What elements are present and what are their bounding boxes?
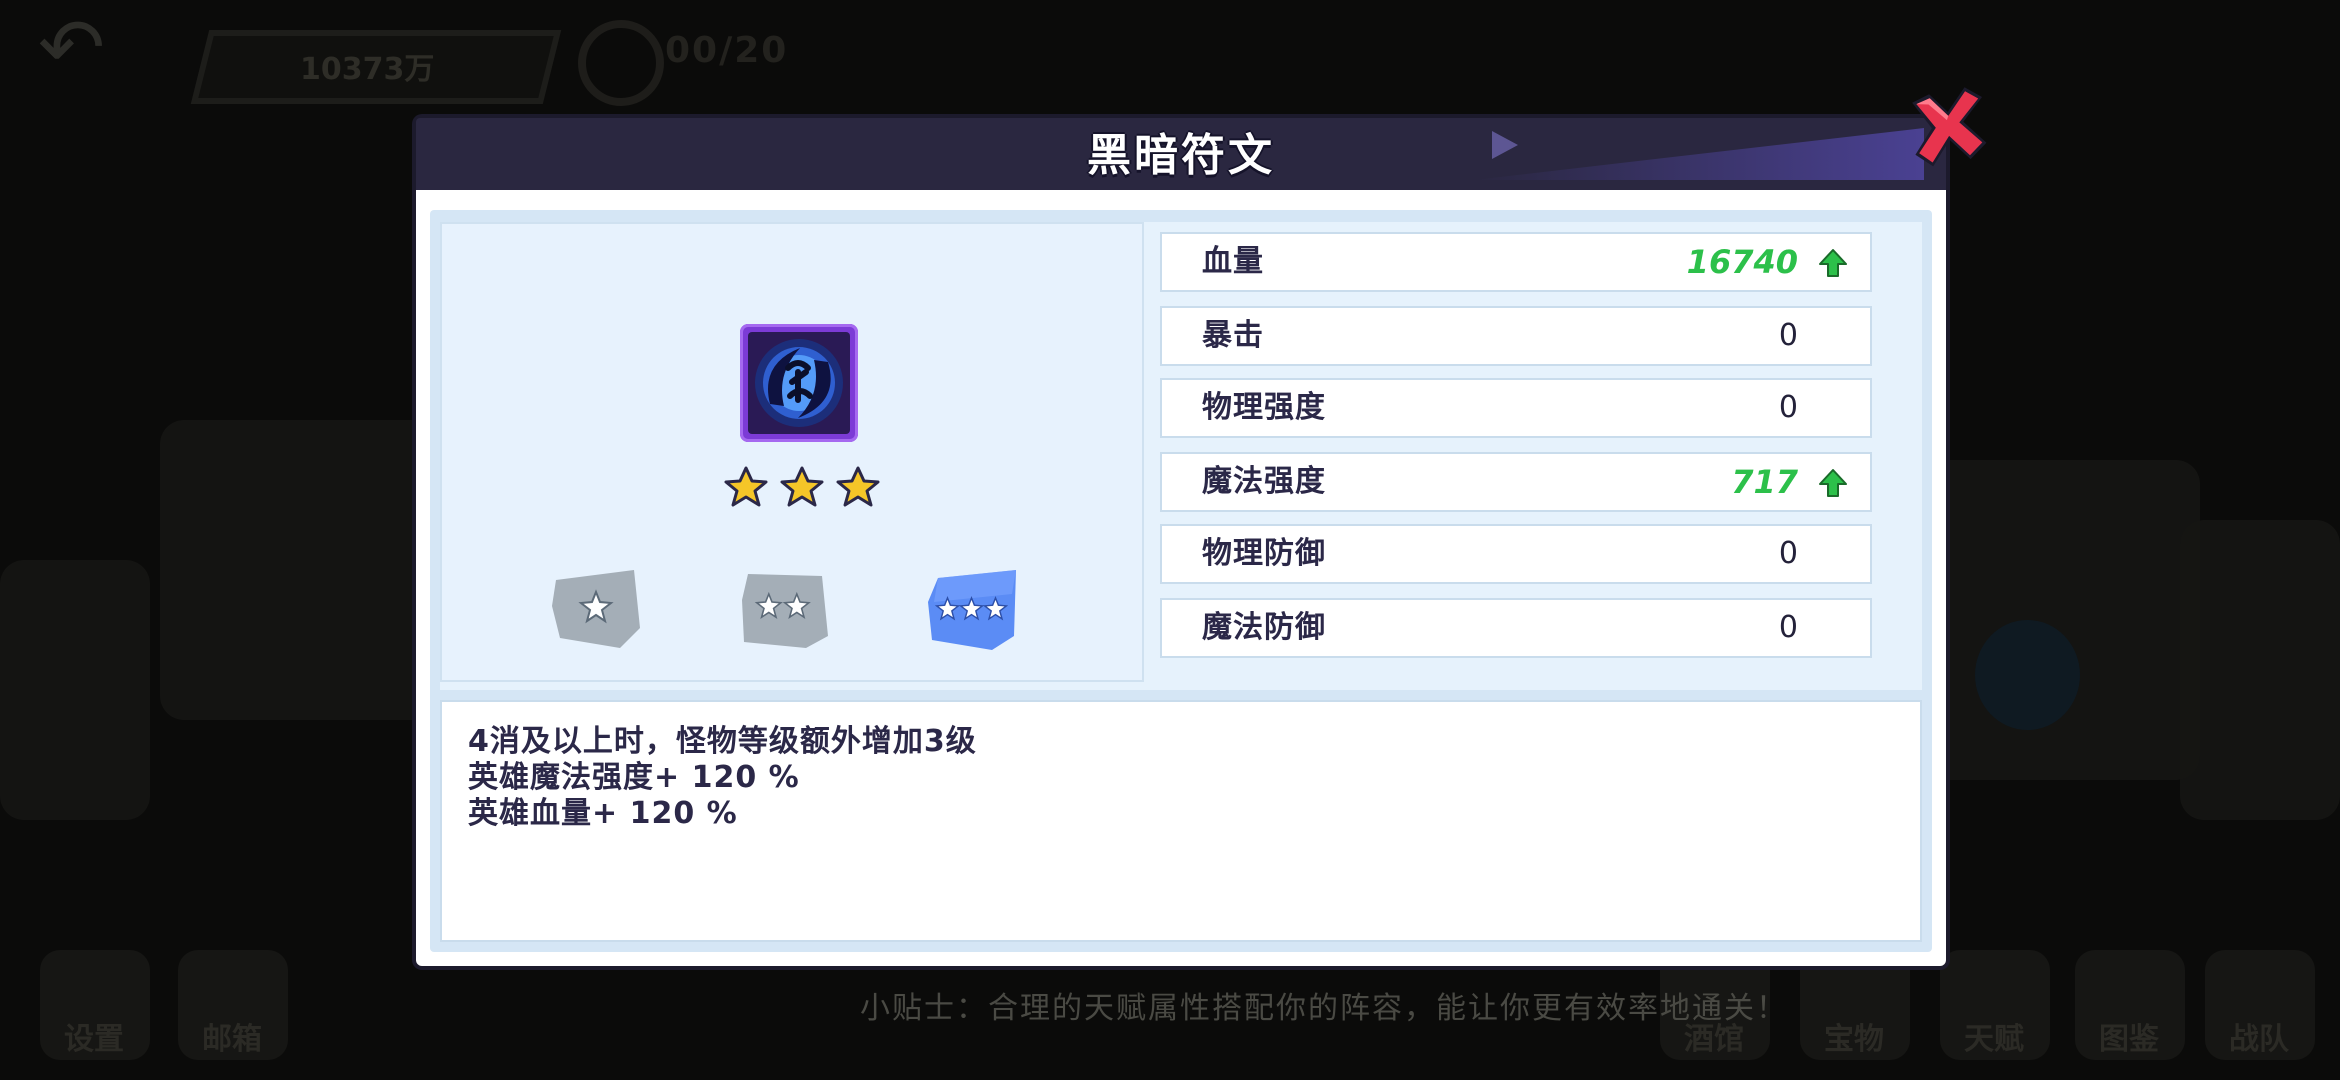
rune-detail-modal: 黑暗符文 血量 16740 暴击 0 物理强度 0 魔法强度 717 物理防御 …	[416, 87, 1987, 966]
up-arrow-icon	[1819, 469, 1847, 497]
quality-tier-1-button[interactable]	[548, 566, 644, 650]
close-button[interactable]	[1898, 78, 1998, 178]
rune-description-panel: 4消及以上时，怪物等级额外增加3级 英雄魔法强度+ 120 % 英雄血量+ 12…	[440, 700, 1922, 942]
stat-name: 物理防御	[1202, 536, 1326, 571]
stats-panel: 血量 16740 暴击 0 物理强度 0 魔法强度 717 物理防御 0 魔法防御 0	[1150, 222, 1922, 678]
currency-amount: 10373万	[300, 52, 435, 87]
gear-icon[interactable]	[578, 20, 664, 106]
star-icon	[724, 466, 768, 507]
stat-value: 717	[1731, 463, 1798, 501]
bg-stage-tile	[0, 560, 150, 820]
rune-star-rating	[722, 464, 882, 512]
modal-body: 血量 16740 暴击 0 物理强度 0 魔法强度 717 物理防御 0 魔法防御 0 4消及以上时，…	[430, 210, 1932, 952]
modal-title: 黑暗符文	[1087, 130, 1275, 181]
stat-name: 暴击	[1202, 318, 1264, 353]
stat-name: 物理强度	[1202, 390, 1326, 425]
stat-row: 血量 16740	[1160, 232, 1872, 292]
up-arrow-icon	[1819, 249, 1847, 277]
nav-label[interactable]: 图鉴	[2099, 1014, 2159, 1058]
nav-label[interactable]: 宝物	[1824, 1014, 1884, 1058]
lock-icon	[1975, 620, 2080, 730]
stat-row: 物理强度 0	[1160, 378, 1872, 438]
stat-name: 魔法防御	[1202, 610, 1326, 645]
stat-name: 魔法强度	[1202, 464, 1326, 499]
stat-value: 0	[1778, 318, 1798, 353]
stat-name: 血量	[1202, 244, 1264, 279]
stat-row: 魔法强度 717	[1160, 452, 1872, 512]
stat-value: 0	[1778, 610, 1798, 645]
description-line: 英雄血量+ 120 %	[468, 796, 738, 831]
nav-label[interactable]: 邮箱	[202, 1014, 262, 1058]
stat-row: 魔法防御 0	[1160, 598, 1872, 658]
quality-tier-2-button[interactable]	[738, 566, 834, 650]
star-icon	[836, 466, 880, 507]
star-icon	[780, 466, 824, 507]
bg-stage-tile	[2180, 520, 2340, 820]
stat-value: 0	[1778, 390, 1798, 425]
stat-value: 0	[1778, 536, 1798, 571]
nav-label[interactable]: 战队	[2229, 1014, 2289, 1058]
modal-header: 黑暗符文	[416, 118, 1946, 190]
rune-info-panel: 血量 16740 暴击 0 物理强度 0 魔法强度 717 物理防御 0 魔法防御 0	[440, 222, 1922, 690]
stat-value: 16740	[1686, 243, 1798, 281]
back-arrow-icon[interactable]: ↶	[38, 8, 128, 88]
stat-row: 暴击 0	[1160, 306, 1872, 366]
stage-counter: 00/20	[665, 30, 789, 71]
quality-tier-3-button[interactable]	[926, 566, 1022, 650]
nav-label[interactable]: 天赋	[1964, 1014, 2024, 1058]
stat-row: 物理防御 0	[1160, 524, 1872, 584]
close-x-icon[interactable]	[1898, 78, 1998, 178]
rune-preview-panel	[440, 222, 1144, 682]
dark-rune-icon	[740, 324, 858, 442]
tip-text: 小贴士：合理的天赋属性搭配你的阵容，能让你更有效率地通关！	[860, 991, 1788, 1026]
nav-label[interactable]: 设置	[64, 1014, 124, 1058]
